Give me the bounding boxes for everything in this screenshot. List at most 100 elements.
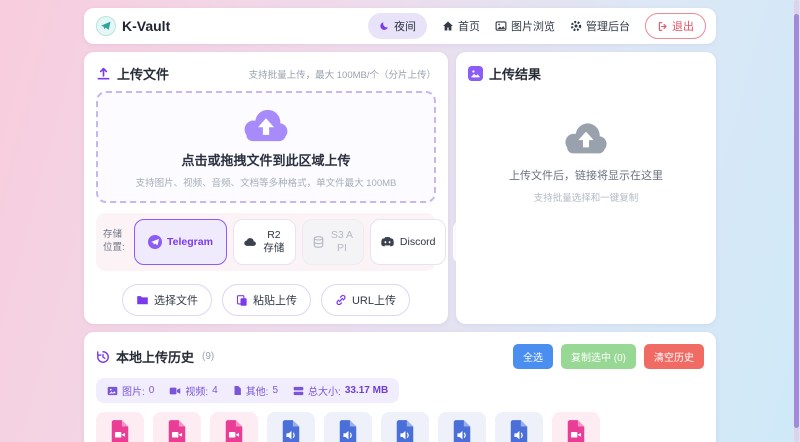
link-icon: [335, 294, 347, 306]
logout-icon: [657, 21, 668, 32]
history-toolbar: 全选 复制选中 (0) 清空历史: [513, 344, 704, 369]
select-file-button[interactable]: 选择文件: [121, 284, 212, 316]
image-icon: [495, 20, 507, 32]
nav-logout-button[interactable]: 退出: [645, 13, 706, 39]
page: K-Vault 夜间 首页 图片浏览 管理后台 退出 上传文件 支持批量上传，最…: [84, 0, 716, 442]
discord-icon: [380, 236, 395, 248]
telegram-icon: [148, 235, 162, 249]
page-scrollbar-thumb[interactable]: [794, 14, 799, 428]
nav-night-mode-button[interactable]: 夜间: [368, 13, 427, 39]
audio-file-icon: [508, 419, 530, 442]
dropzone[interactable]: 点击或拖拽文件到此区域上传 支持图片、视频、音频、文档等多种格式，单文件最大 1…: [96, 91, 436, 203]
storage-option-discord[interactable]: Discord: [369, 219, 446, 265]
file-stat-icon: [233, 385, 242, 396]
stat-videos: 视频: 4: [169, 383, 218, 398]
storage-stat-icon: [293, 386, 304, 396]
result-panel-header: 上传结果: [468, 64, 704, 83]
result-empty-title: 上传文件后，链接将显示在这里: [509, 170, 663, 182]
clipboard-icon: [236, 294, 248, 307]
image-stat-icon: [107, 386, 118, 396]
moon-icon: [379, 21, 390, 32]
dropzone-subtitle: 支持图片、视频、音频、文档等多种格式，单文件最大 100MB: [135, 178, 397, 189]
history-panel: 本地上传历史 (9) 全选 复制选中 (0) 清空历史 图片: 0 视频: 4: [84, 332, 716, 442]
select-file-label: 选择文件: [153, 295, 198, 307]
storage-option-telegram[interactable]: Telegram: [134, 219, 227, 265]
top-navbar: K-Vault 夜间 首页 图片浏览 管理后台 退出: [84, 8, 716, 44]
audio-file-icon: [394, 419, 416, 442]
file-card[interactable]: MP3: [495, 412, 543, 442]
main-nav: 夜间 首页 图片浏览 管理后台 退出: [368, 13, 706, 39]
history-title-row: 本地上传历史 (9): [96, 347, 214, 366]
file-card[interactable]: MP4: [96, 412, 144, 442]
cloud-upload-placeholder-icon: [562, 119, 610, 157]
storage-option-discord-label: Discord: [399, 236, 436, 248]
clear-history-button[interactable]: 清空历史: [644, 344, 704, 369]
history-panel-title: 本地上传历史: [116, 350, 195, 365]
url-upload-button[interactable]: URL上传: [320, 284, 410, 316]
file-card[interactable]: MP4: [552, 412, 600, 442]
audio-file-icon: [280, 419, 302, 442]
history-files-row: MP4 MP4 MP4 MP3 MP3 MP3: [96, 412, 704, 442]
stat-videos-value: 4: [212, 385, 218, 396]
stat-others-label: 其他:: [245, 387, 269, 398]
stat-others-value: 5: [272, 385, 279, 396]
paste-upload-button[interactable]: 粘贴上传: [221, 284, 311, 316]
photos-icon: [468, 66, 483, 81]
dropzone-title: 点击或拖拽文件到此区域上传: [181, 153, 351, 168]
stat-total-size: 总大小: 33.17 MB: [293, 383, 388, 398]
cloud-upload-icon: [241, 105, 291, 145]
storage-option-s3: S3 API: [301, 219, 364, 265]
file-card[interactable]: MP4: [210, 412, 258, 442]
file-card[interactable]: MP3: [267, 412, 315, 442]
history-panel-header: 本地上传历史 (9) 全选 复制选中 (0) 清空历史: [96, 344, 704, 369]
app-logo: K-Vault: [96, 16, 170, 36]
file-card[interactable]: MP3: [324, 412, 372, 442]
storage-option-s3-label: S3 API: [330, 228, 354, 254]
video-file-icon: [166, 419, 188, 442]
upload-panel-title-row: 上传文件: [96, 64, 169, 83]
cloud-icon: [243, 236, 257, 248]
audio-file-icon: [337, 419, 359, 442]
nav-night-label: 夜间: [394, 21, 416, 33]
upload-panel: 上传文件 支持批量上传，最大 100MB/个（分片上传） 点击或拖拽文件到此区域…: [84, 52, 552, 324]
stat-images: 图片: 0: [107, 383, 154, 398]
nav-admin-label: 管理后台: [586, 21, 630, 33]
select-all-button[interactable]: 全选: [513, 344, 553, 369]
upload-actions: 选择文件 粘贴上传 URL上传: [96, 284, 436, 316]
database-icon: [312, 235, 325, 249]
result-panel: 上传结果 上传文件后，链接将显示在这里 支持批量选择和一键复制: [456, 52, 716, 324]
nav-home-link[interactable]: 首页: [442, 18, 480, 34]
history-stats-bar: 图片: 0 视频: 4 其他: 5 总大小: 33.17 MB: [96, 378, 400, 403]
video-file-icon: [565, 419, 587, 442]
copy-selected-button[interactable]: 复制选中 (0): [561, 344, 636, 369]
video-stat-icon: [169, 386, 181, 396]
stat-videos-label: 视频:: [185, 387, 209, 398]
stat-total-size-label: 总大小:: [308, 387, 341, 398]
result-empty-subtitle: 支持批量选择和一键复制: [533, 193, 639, 204]
paste-upload-label: 粘贴上传: [252, 295, 297, 307]
storage-option-r2[interactable]: R2 存储: [232, 219, 296, 265]
upload-panel-hint: 支持批量上传，最大 100MB/个（分片上传）: [248, 69, 436, 81]
upload-panel-header: 上传文件 支持批量上传，最大 100MB/个（分片上传）: [96, 64, 436, 83]
file-card[interactable]: MP3: [438, 412, 486, 442]
nav-image-browse-link[interactable]: 图片浏览: [495, 18, 555, 34]
stat-others: 其他: 5: [233, 383, 278, 398]
app-title: K-Vault: [122, 18, 171, 34]
audio-file-icon: [451, 419, 473, 442]
home-icon: [442, 20, 454, 32]
nav-admin-link[interactable]: 管理后台: [570, 18, 630, 34]
file-card[interactable]: MP3: [381, 412, 429, 442]
nav-image-browse-label: 图片浏览: [511, 21, 555, 33]
url-upload-label: URL上传: [351, 295, 396, 307]
nav-home-label: 首页: [458, 21, 480, 33]
stat-images-label: 图片:: [122, 387, 145, 398]
result-panel-title: 上传结果: [489, 67, 542, 82]
storage-option-r2-label: R2 存储: [263, 228, 285, 254]
stat-total-size-value: 33.17 MB: [344, 385, 389, 396]
file-card[interactable]: MP4: [153, 412, 201, 442]
gear-icon: [570, 20, 582, 32]
video-file-icon: [109, 419, 131, 442]
history-count-badge: (9): [202, 351, 215, 362]
result-empty-state: 上传文件后，链接将显示在这里 支持批量选择和一键复制: [468, 119, 704, 204]
history-clock-icon: [96, 350, 110, 364]
